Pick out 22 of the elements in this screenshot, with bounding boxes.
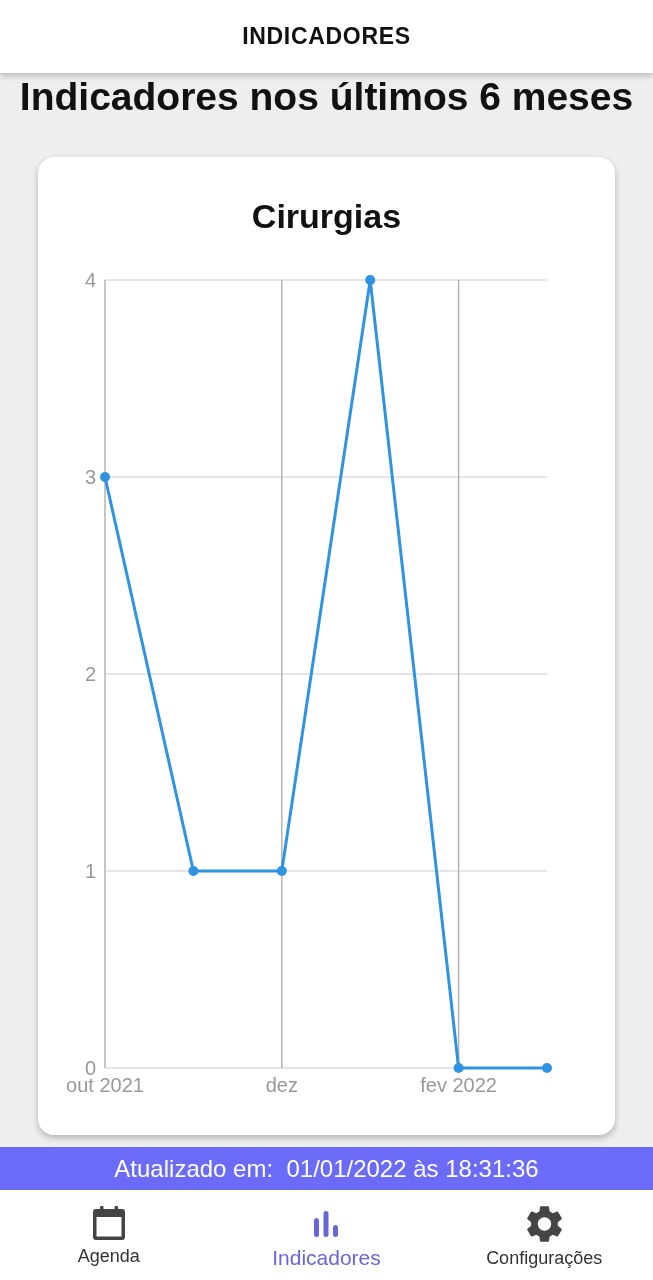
nav-tab[interactable]: Agenda	[0, 1190, 218, 1280]
nav-tab[interactable]: Configurações	[435, 1190, 653, 1280]
y-tick-label: 3	[84, 466, 96, 488]
data-point	[365, 275, 376, 285]
last-updated-text: Atualizado em: 01/01/2022 às 18:31:36	[114, 1154, 539, 1183]
nav-tab[interactable]: Indicadores	[217, 1190, 436, 1280]
y-tick-label: 4	[84, 269, 96, 291]
chart-title: Cirurgias	[251, 198, 402, 234]
data-point	[453, 1063, 464, 1073]
y-tick-label: 2	[84, 663, 96, 685]
data-point	[100, 472, 110, 482]
data-point	[188, 866, 199, 876]
page-title: Indicadores nos últimos 6 meses	[18, 77, 635, 117]
y-tick-label: 1	[84, 860, 96, 882]
bar-chart-icon	[314, 1211, 339, 1237]
x-tick-label: fev 2022	[420, 1074, 497, 1096]
data-point	[276, 866, 287, 876]
calendar-icon	[92, 1206, 125, 1240]
data-point	[542, 1063, 552, 1073]
settings-icon	[526, 1206, 562, 1242]
x-tick-label: dez	[265, 1074, 298, 1096]
app-bar-title: INDICADORES	[242, 23, 411, 50]
